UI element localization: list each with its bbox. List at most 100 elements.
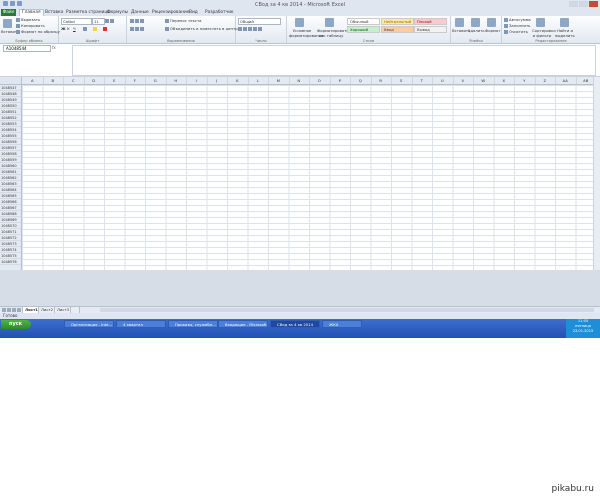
- column-header[interactable]: F: [125, 77, 146, 84]
- taskbar-item-6[interactable]: ЖКХ: [322, 320, 362, 328]
- find-select-icon[interactable]: [560, 18, 569, 27]
- format-painter-button[interactable]: Формат по образцу: [16, 29, 60, 34]
- column-header[interactable]: Y: [514, 77, 536, 84]
- clear-button[interactable]: Очистить: [504, 29, 528, 34]
- sort-filter-button[interactable]: Сортировка и фильтр: [532, 28, 556, 38]
- column-header[interactable]: M: [268, 77, 290, 84]
- column-header[interactable]: P: [330, 77, 351, 84]
- borders-button[interactable]: [83, 26, 88, 31]
- style-input[interactable]: Ввод: [381, 26, 414, 33]
- conditional-format-icon[interactable]: [295, 18, 304, 27]
- column-header[interactable]: I: [186, 77, 208, 84]
- wrap-text-button[interactable]: Перенос текста: [165, 18, 202, 23]
- insert-cells-icon[interactable]: [455, 18, 464, 27]
- underline-button[interactable]: Ч: [73, 26, 76, 31]
- number-format-select[interactable]: Общий: [238, 18, 281, 25]
- format-table-button[interactable]: Форматировать как таблицу: [317, 28, 349, 38]
- tab-view[interactable]: Вид: [189, 10, 198, 15]
- tab-developer[interactable]: Разработчик: [205, 10, 234, 15]
- column-header[interactable]: W: [473, 77, 495, 84]
- column-header[interactable]: J: [207, 77, 228, 84]
- align-top-buttons[interactable]: [130, 18, 145, 23]
- taskbar-item-5[interactable]: СВод за 4 кв 2014: [270, 320, 320, 328]
- column-header[interactable]: Q: [350, 77, 372, 84]
- bold-button[interactable]: Ж: [61, 26, 66, 31]
- find-select-button[interactable]: Найти и выделить: [555, 28, 575, 38]
- column-header[interactable]: D: [84, 77, 105, 84]
- style-normal[interactable]: Обычный: [347, 18, 380, 25]
- cut-button[interactable]: Вырезать: [16, 17, 40, 22]
- style-good[interactable]: Хороший: [347, 26, 380, 33]
- insert-function-button[interactable]: fx: [52, 45, 56, 50]
- column-header[interactable]: Z: [535, 77, 556, 84]
- delete-cells-button[interactable]: Удалить: [468, 28, 485, 33]
- minimize-button[interactable]: [569, 1, 578, 7]
- copy-button[interactable]: Копировать: [16, 23, 45, 28]
- autosum-button[interactable]: Автосумма: [504, 17, 531, 22]
- column-header[interactable]: V: [453, 77, 474, 84]
- column-header[interactable]: K: [227, 77, 249, 84]
- tab-review[interactable]: Рецензирование: [152, 10, 189, 15]
- style-neutral[interactable]: Нейтральный: [381, 18, 414, 25]
- format-cells-icon[interactable]: [487, 18, 496, 27]
- style-bad[interactable]: Плохой: [414, 18, 447, 25]
- name-box[interactable]: A1048544: [3, 45, 51, 52]
- taskbar-item-3[interactable]: Приказы, служебн...: [168, 320, 218, 328]
- column-header[interactable]: G: [145, 77, 167, 84]
- grow-font-button[interactable]: [105, 18, 115, 23]
- formula-bar[interactable]: [72, 45, 596, 76]
- tab-formulas[interactable]: Формулы: [107, 10, 128, 15]
- first-sheet-icon[interactable]: [2, 308, 6, 312]
- row-header[interactable]: 1048576: [0, 259, 21, 265]
- format-table-icon[interactable]: [325, 18, 334, 27]
- merge-center-button[interactable]: Объединить и поместить в центре: [165, 26, 240, 31]
- taskbar-item-2[interactable]: 4 квартал: [116, 320, 166, 328]
- tab-home[interactable]: Главная: [19, 9, 44, 16]
- start-button[interactable]: пуск: [1, 320, 31, 329]
- tab-data[interactable]: Данные: [131, 10, 149, 15]
- maximize-button[interactable]: [579, 1, 588, 7]
- column-header[interactable]: X: [494, 77, 515, 84]
- sheet-nav-arrows[interactable]: [2, 308, 21, 312]
- fill-color-button[interactable]: [93, 26, 98, 31]
- style-output[interactable]: Вывод: [414, 26, 447, 33]
- sort-filter-icon[interactable]: [536, 18, 545, 27]
- column-header[interactable]: N: [289, 77, 310, 84]
- number-format-buttons[interactable]: [238, 26, 263, 31]
- select-all-button[interactable]: [0, 77, 22, 84]
- font-size-select[interactable]: 11: [92, 18, 105, 25]
- align-left-buttons[interactable]: [130, 26, 145, 31]
- font-color-button[interactable]: [103, 26, 108, 31]
- taskbar-item-1[interactable]: Организация - Inte...: [64, 320, 114, 328]
- column-header[interactable]: T: [412, 77, 433, 84]
- format-cells-button[interactable]: Формат: [485, 28, 500, 33]
- paste-icon[interactable]: [3, 19, 12, 28]
- close-button[interactable]: [589, 1, 598, 7]
- vertical-scrollbar[interactable]: [593, 77, 600, 270]
- delete-cells-icon[interactable]: [471, 18, 480, 27]
- tab-insert[interactable]: Вставка: [45, 10, 63, 15]
- next-sheet-icon[interactable]: [12, 308, 16, 312]
- horizontal-scrollbar[interactable]: [100, 308, 594, 312]
- column-header[interactable]: L: [248, 77, 269, 84]
- tab-file[interactable]: Файл: [1, 9, 16, 16]
- italic-button[interactable]: К: [67, 26, 70, 31]
- cell-area[interactable]: [22, 85, 594, 270]
- font-name-select[interactable]: Calibri: [61, 18, 92, 25]
- column-header[interactable]: S: [391, 77, 413, 84]
- prev-sheet-icon[interactable]: [7, 308, 11, 312]
- taskbar-item-4[interactable]: Входящие - Microsoft...: [218, 320, 268, 328]
- conditional-format-button[interactable]: Условное форматирование: [289, 28, 323, 38]
- column-header[interactable]: C: [63, 77, 85, 84]
- fill-button[interactable]: Заполнить: [504, 23, 530, 28]
- tab-page-layout[interactable]: Разметка страницы: [66, 10, 111, 15]
- column-header[interactable]: H: [166, 77, 187, 84]
- column-header[interactable]: A: [22, 77, 44, 84]
- column-header[interactable]: U: [432, 77, 454, 84]
- last-sheet-icon[interactable]: [17, 308, 21, 312]
- column-header[interactable]: AA: [555, 77, 577, 84]
- column-header[interactable]: O: [309, 77, 331, 84]
- column-header[interactable]: R: [371, 77, 392, 84]
- column-header[interactable]: B: [43, 77, 64, 84]
- column-header[interactable]: E: [104, 77, 126, 84]
